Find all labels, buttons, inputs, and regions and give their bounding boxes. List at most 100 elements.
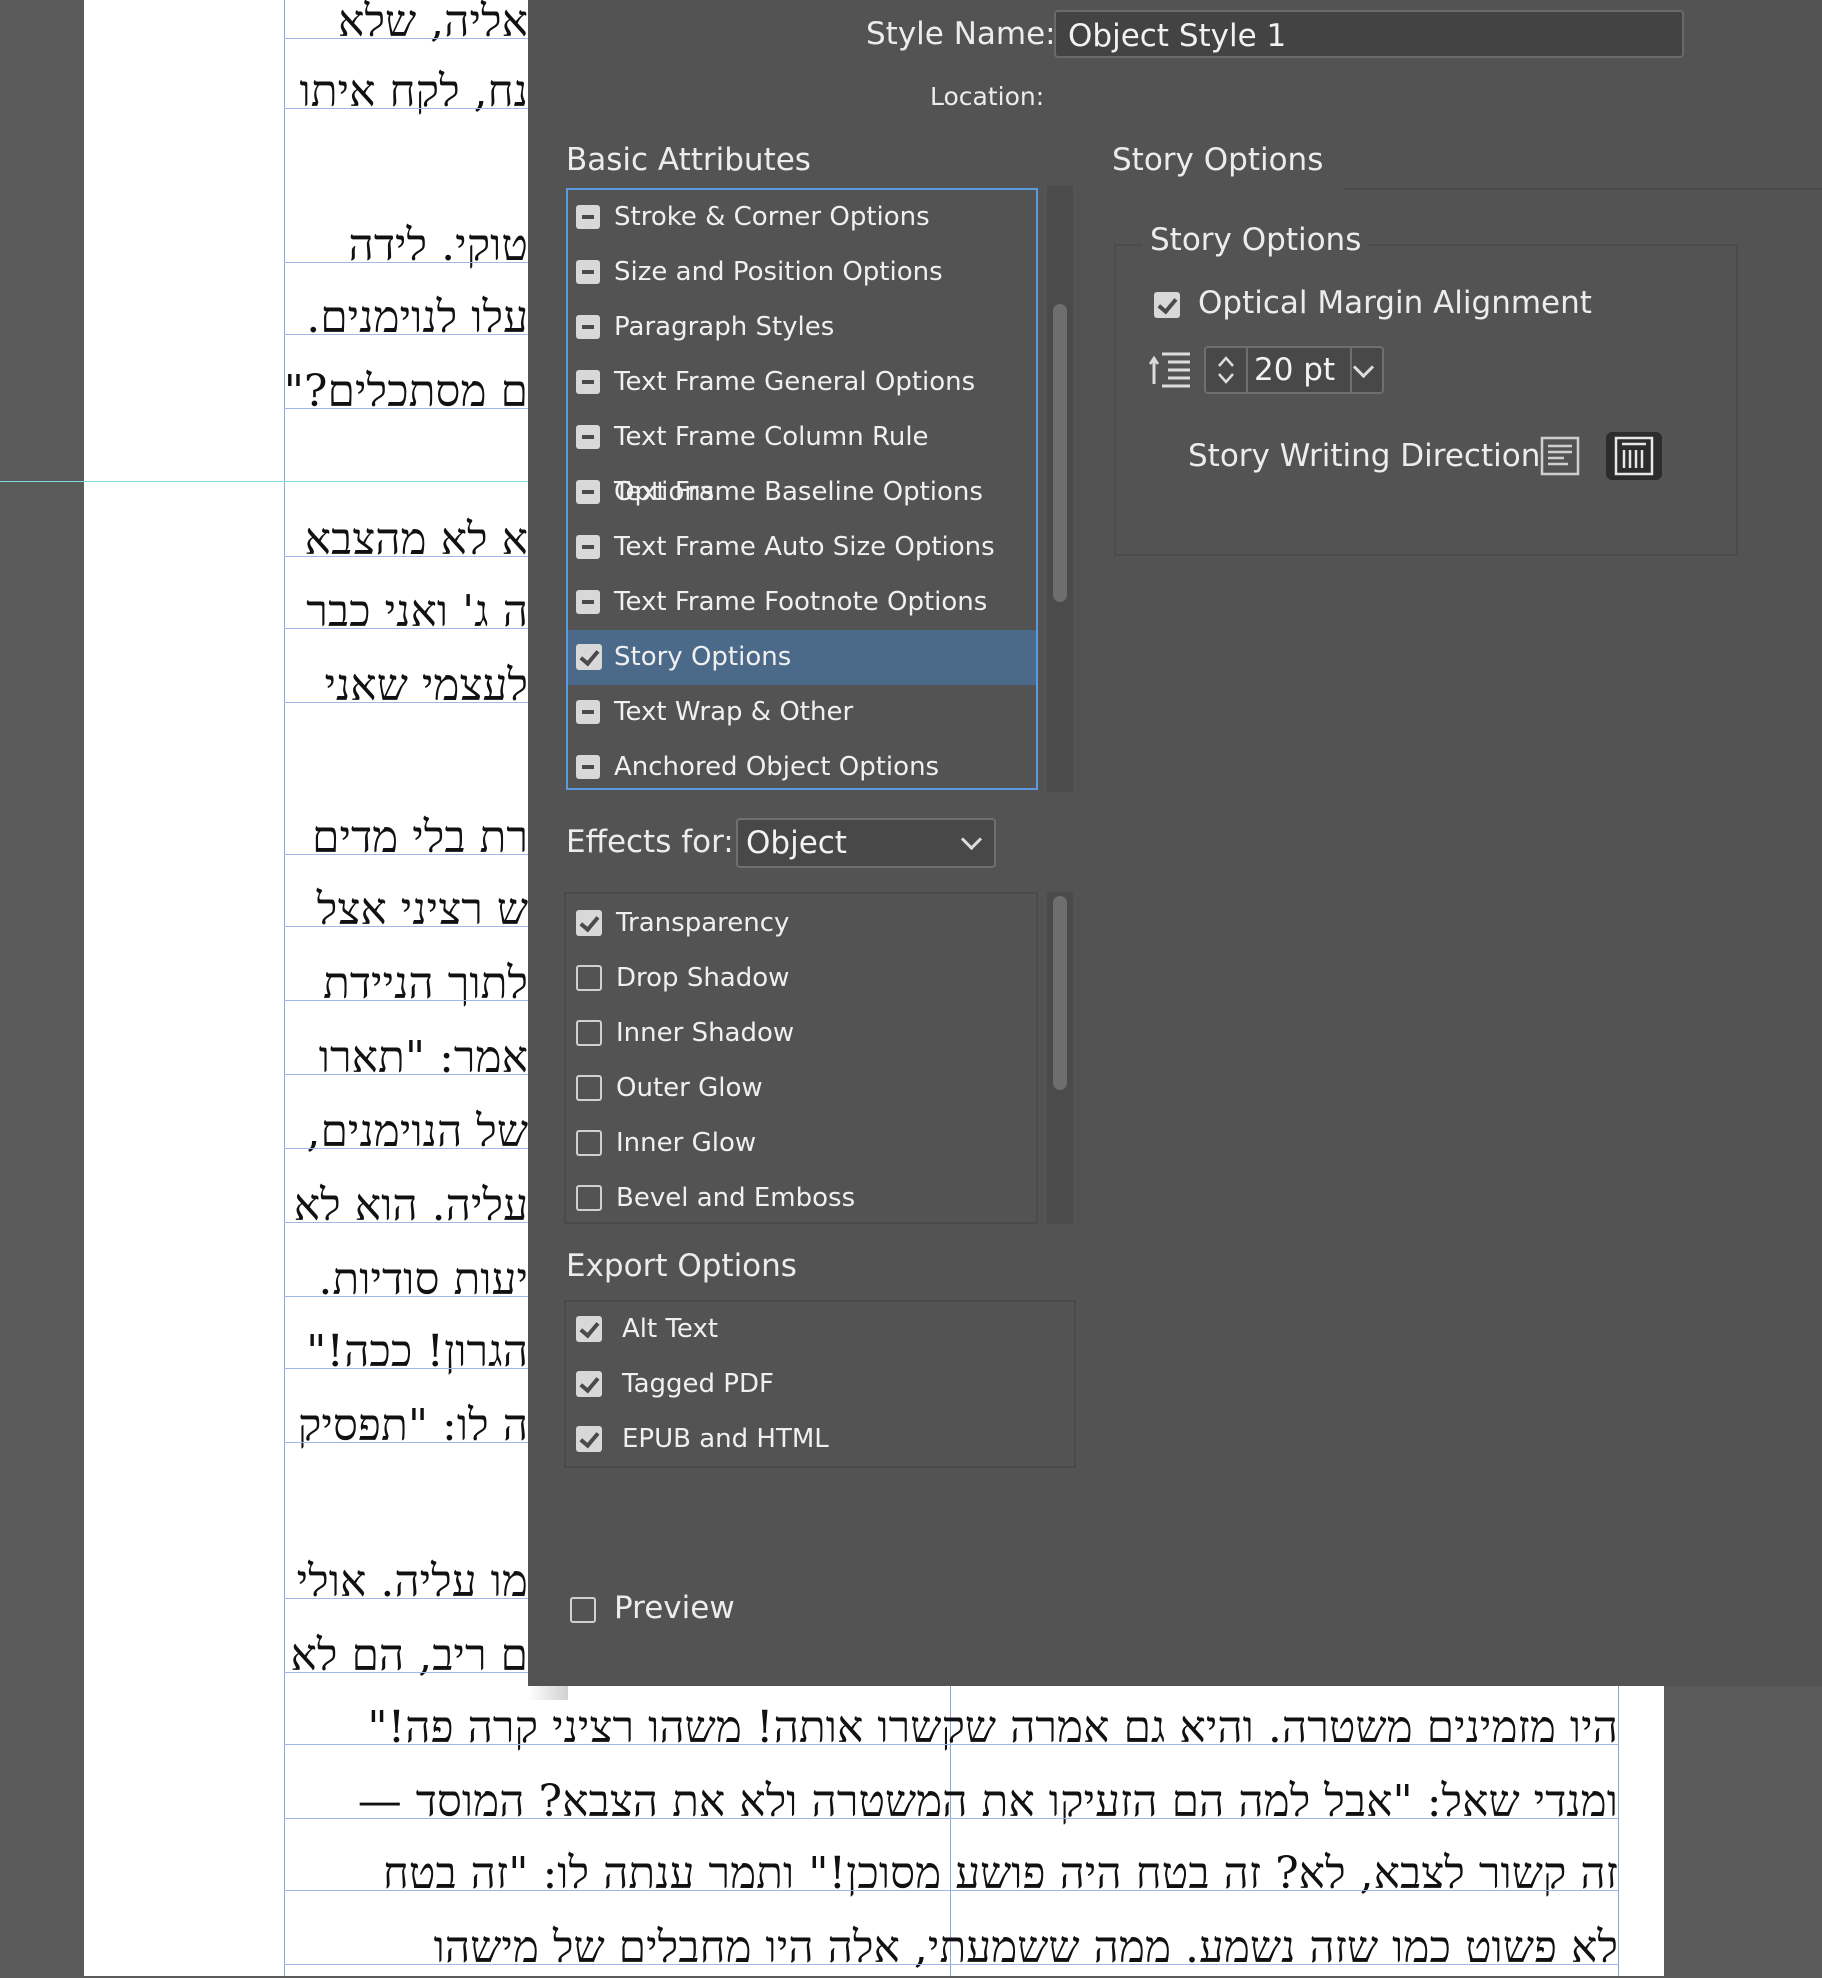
- document-text-line: הגרון! ככה!": [306, 1326, 528, 1377]
- basic-attribute-item[interactable]: Text Frame General Options: [568, 355, 1036, 410]
- document-text-line: טוקי. לידה: [348, 220, 528, 271]
- effect-checkbox[interactable]: [576, 1020, 602, 1046]
- chevron-down-icon: [960, 828, 983, 851]
- style-name-input[interactable]: Object Style 1: [1054, 10, 1684, 58]
- effect-checkbox[interactable]: [576, 1130, 602, 1156]
- preview-label: Preview: [614, 1590, 735, 1626]
- export-option-checkbox[interactable]: [576, 1371, 602, 1397]
- location-label: Location:: [930, 82, 1045, 111]
- stepper-arrows-icon[interactable]: [1214, 352, 1238, 388]
- optical-margin-checkbox[interactable]: [1154, 292, 1180, 318]
- baseline-guide: [284, 262, 528, 263]
- basic-attribute-label: Anchored Object Options: [614, 752, 940, 782]
- scrollbar-thumb[interactable]: [1053, 304, 1067, 602]
- effect-label: Inner Glow: [616, 1128, 757, 1158]
- basic-attribute-item[interactable]: Text Frame Auto Size Options: [568, 520, 1036, 575]
- effect-checkbox[interactable]: [576, 1185, 602, 1211]
- basic-attribute-item[interactable]: Stroke & Corner Options: [568, 190, 1036, 245]
- baseline-guide: [284, 108, 528, 109]
- effect-label: Bevel and Emboss: [616, 1183, 856, 1213]
- baseline-guide: [284, 628, 528, 629]
- writing-direction-label: Story Writing Direction: [1188, 438, 1541, 474]
- basic-attribute-item[interactable]: Size and Position Options: [568, 245, 1036, 300]
- preview-checkbox[interactable]: [570, 1597, 596, 1623]
- mixed-state-checkbox[interactable]: [576, 260, 600, 284]
- effect-item[interactable]: Transparency: [566, 896, 1036, 951]
- chevron-down-icon[interactable]: [1352, 356, 1375, 379]
- baseline-guide: [284, 556, 528, 557]
- export-option-label: EPUB and HTML: [622, 1424, 829, 1454]
- document-text-line: ה לו: "תפסיק: [297, 1400, 528, 1451]
- effect-item[interactable]: Outer Glow: [566, 1061, 1036, 1116]
- effect-item[interactable]: Bevel and Emboss: [566, 1171, 1036, 1226]
- export-option-label: Alt Text: [622, 1314, 719, 1344]
- effects-scrollbar[interactable]: [1047, 892, 1073, 1224]
- vertical-direction-button[interactable]: [1606, 432, 1662, 480]
- optical-margin-size-stepper[interactable]: 20 pt: [1204, 346, 1384, 394]
- mixed-state-checkbox[interactable]: [576, 425, 600, 449]
- basic-attribute-label: Text Frame General Options: [614, 367, 976, 397]
- export-options-list: Alt Text Tagged PDF EPUB and HTML: [564, 1300, 1076, 1468]
- document-text-line: היו מזמינים משטרה. והיא גם אמרה שקשרו או…: [367, 1702, 1618, 1753]
- basic-attribute-item[interactable]: Text Frame Baseline Options: [568, 465, 1036, 520]
- baseline-guide: [284, 334, 528, 335]
- mixed-state-checkbox[interactable]: [576, 205, 600, 229]
- basic-attributes-scrollbar[interactable]: [1047, 186, 1073, 792]
- export-option-checkbox[interactable]: [576, 1426, 602, 1452]
- effect-item[interactable]: Drop Shadow: [566, 951, 1036, 1006]
- effect-checkbox[interactable]: [576, 965, 602, 991]
- object-style-options-dialog: Style Name: Object Style 1 Location: Bas…: [528, 0, 1822, 1686]
- effect-item[interactable]: Inner Glow: [566, 1116, 1036, 1171]
- mixed-state-checkbox[interactable]: [576, 535, 600, 559]
- basic-attribute-label: Paragraph Styles: [614, 312, 835, 342]
- basic-attribute-label: Story Options: [614, 642, 792, 672]
- basic-attribute-item[interactable]: Paragraph Styles: [568, 300, 1036, 355]
- basic-attributes-title: Basic Attributes: [566, 142, 811, 178]
- basic-attribute-item[interactable]: Text Frame Column Rule Options: [568, 410, 1036, 507]
- mixed-state-checkbox[interactable]: [576, 480, 600, 504]
- mixed-state-checkbox[interactable]: [576, 700, 600, 724]
- basic-attribute-item[interactable]: Text Frame Footnote Options: [568, 575, 1036, 630]
- document-text-line: לעצמי שאני: [324, 660, 528, 711]
- baseline-guide: [284, 1964, 1618, 1965]
- baseline-guide: [284, 1222, 528, 1223]
- export-option-item[interactable]: EPUB and HTML: [566, 1412, 1036, 1467]
- baseline-guide: [284, 1000, 528, 1001]
- scrollbar-thumb[interactable]: [1053, 896, 1067, 1090]
- mixed-state-checkbox[interactable]: [576, 370, 600, 394]
- mixed-state-checkbox[interactable]: [576, 590, 600, 614]
- mixed-state-checkbox[interactable]: [576, 755, 600, 779]
- baseline-guide: [284, 1818, 1618, 1819]
- document-text-line: ם מסתכלים?": [284, 366, 528, 417]
- baseline-guide: [284, 1368, 528, 1369]
- vertical-direction-icon: [1614, 436, 1654, 476]
- effect-checkbox[interactable]: [576, 910, 602, 936]
- effect-item[interactable]: Inner Shadow: [566, 1006, 1036, 1061]
- export-option-item[interactable]: Alt Text: [566, 1302, 1036, 1357]
- export-option-label: Tagged PDF: [622, 1369, 774, 1399]
- panel-divider: [1344, 188, 1822, 190]
- basic-attribute-item[interactable]: Anchored Object Options: [568, 740, 1036, 795]
- basic-attribute-item[interactable]: Story Options: [568, 630, 1036, 685]
- effects-for-label: Effects for:: [566, 824, 734, 860]
- baseline-guide: [284, 1598, 528, 1599]
- baseline-guide: [284, 408, 528, 409]
- baseline-guide: [284, 702, 528, 703]
- export-option-checkbox[interactable]: [576, 1316, 602, 1342]
- style-name-label: Style Name:: [866, 16, 1056, 52]
- baseline-guide: [284, 38, 528, 39]
- horizontal-direction-icon[interactable]: [1538, 434, 1582, 478]
- baseline-guide: [284, 1148, 528, 1149]
- basic-attribute-item[interactable]: Text Wrap & Other: [568, 685, 1036, 740]
- effect-label: Transparency: [616, 908, 790, 938]
- optical-margin-size-value[interactable]: 20 pt: [1246, 348, 1352, 392]
- effect-checkbox[interactable]: [576, 1075, 602, 1101]
- effects-for-select[interactable]: Object: [736, 818, 996, 868]
- mixed-state-checkbox[interactable]: [576, 315, 600, 339]
- document-text-line: יעות סודיות.: [318, 1254, 528, 1305]
- baseline-guide: [284, 1296, 528, 1297]
- basic-attribute-label: Text Frame Footnote Options: [614, 587, 988, 617]
- baseline-guide: [284, 854, 528, 855]
- checked-checkbox[interactable]: [576, 644, 602, 670]
- export-option-item[interactable]: Tagged PDF: [566, 1357, 1036, 1412]
